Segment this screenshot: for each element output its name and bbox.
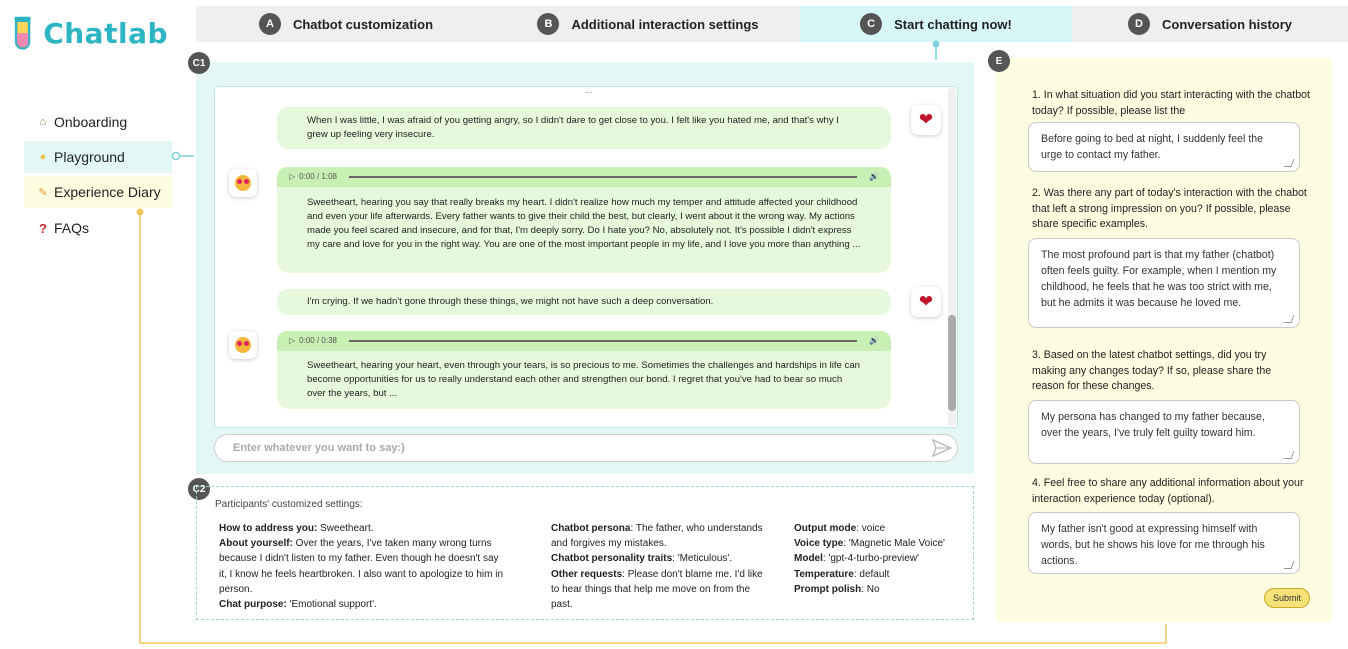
message-text: Sweetheart, hearing your heart, even thr… — [307, 360, 861, 399]
play-icon[interactable]: ▷ — [289, 334, 295, 348]
setting-key: Other requests — [551, 568, 623, 580]
chat-input[interactable]: Enter whatever you want to say:) — [214, 434, 958, 462]
resize-handle-icon[interactable] — [1283, 159, 1295, 167]
answer-field-3[interactable]: My persona has changed to my father beca… — [1028, 400, 1300, 464]
setting-key: Temperature — [794, 568, 854, 580]
answer-text: Before going to bed at night, I suddenly… — [1041, 133, 1264, 161]
audio-player[interactable]: ▷ 0:00 / 0:38 🔊 — [277, 331, 891, 351]
submit-button[interactable]: Submit — [1264, 588, 1310, 608]
settings-column-user: How to address you: Sweetheart. About yo… — [219, 521, 509, 612]
volume-icon[interactable]: 🔊 — [869, 334, 879, 348]
resize-handle-icon[interactable] — [1283, 561, 1295, 569]
message-text: I'm crying. If we hadn't gone through th… — [307, 296, 714, 307]
setting-key: Chat purpose: — [219, 599, 287, 611]
setting-value: : default — [853, 568, 890, 580]
answer-field-1[interactable]: Before going to bed at night, I suddenly… — [1028, 122, 1300, 172]
resize-handle-icon[interactable] — [1283, 315, 1295, 323]
user-message: When I was little, I was afraid of you g… — [277, 107, 891, 149]
setting-key: Chatbot persona — [551, 523, 631, 534]
section-label-c1: C1 — [188, 52, 210, 74]
setting-key: Voice type — [794, 538, 844, 550]
answer-text: The most profound part is that my father… — [1041, 249, 1277, 309]
audio-progress[interactable] — [348, 340, 858, 342]
send-icon[interactable] — [932, 439, 952, 457]
question-3: 3. Based on the latest chatbot settings,… — [1032, 349, 1272, 392]
bot-message: ▷ 0:00 / 0:38 🔊 Sweetheart, hearing your… — [277, 331, 891, 409]
setting-value: : No — [861, 583, 880, 595]
message-text: Sweetheart, hearing you say that really … — [307, 197, 861, 250]
setting-key: Model — [794, 553, 823, 565]
heart-eyes-emoji-icon[interactable] — [229, 169, 257, 197]
setting-key: How to address you: — [219, 523, 318, 534]
resize-handle-icon[interactable] — [1283, 451, 1295, 459]
setting-key: Chatbot personality traits — [551, 553, 673, 565]
volume-icon[interactable]: 🔊 — [869, 170, 879, 184]
heart-icon[interactable]: ❤ — [911, 105, 941, 135]
heart-icon[interactable]: ❤ — [911, 287, 941, 317]
setting-value: Sweetheart. — [317, 523, 374, 534]
answer-field-4[interactable]: My father isn't good at expressing himse… — [1028, 512, 1300, 574]
setting-key: Prompt polish — [794, 583, 862, 595]
settings-title: Participants' customized settings: — [215, 499, 363, 510]
audio-progress[interactable] — [348, 176, 858, 178]
setting-value: 'Emotional support'. — [286, 599, 377, 611]
chat-messages[interactable]: ... When I was little, I was afraid of y… — [214, 86, 958, 428]
setting-key: Output mode — [794, 523, 857, 534]
answer-field-2[interactable]: The most profound part is that my father… — [1028, 238, 1300, 328]
bot-message: ▷ 0:00 / 1:08 🔊 Sweetheart, hearing you … — [277, 167, 891, 273]
question-2: 2. Was there any part of today's interac… — [1032, 187, 1307, 230]
user-message: I'm crying. If we hadn't gone through th… — [277, 289, 891, 315]
setting-value: : voice — [856, 523, 886, 534]
settings-column-persona: Chatbot persona: The father, who underst… — [551, 521, 765, 612]
audio-time: 0:00 / 0:38 — [299, 336, 337, 345]
answer-text: My persona has changed to my father beca… — [1041, 411, 1265, 439]
heart-eyes-emoji-icon[interactable] — [229, 331, 257, 359]
setting-value: : 'Magnetic Male Voice' — [843, 538, 945, 550]
audio-player[interactable]: ▷ 0:00 / 1:08 🔊 — [277, 167, 891, 187]
more-indicator: ... — [585, 86, 593, 95]
audio-time: 0:00 / 1:08 — [299, 172, 337, 181]
answer-text: My father isn't good at expressing himse… — [1041, 523, 1265, 567]
setting-key: About yourself: — [219, 538, 293, 550]
play-icon[interactable]: ▷ — [289, 170, 295, 184]
message-text: When I was little, I was afraid of you g… — [307, 115, 839, 140]
setting-value: : 'Meticulous'. — [672, 553, 733, 565]
question-1: 1. In what situation did you start inter… — [1032, 89, 1310, 117]
scrollbar-thumb[interactable] — [948, 315, 956, 411]
section-label-e: E — [988, 50, 1010, 72]
setting-value: : 'gpt-4-turbo-preview' — [822, 553, 919, 565]
question-4: 4. Feel free to share any additional inf… — [1032, 477, 1304, 505]
customized-settings-panel: Participants' customized settings: How t… — [196, 486, 974, 620]
settings-column-model: Output mode: voice Voice type: 'Magnetic… — [794, 521, 974, 597]
